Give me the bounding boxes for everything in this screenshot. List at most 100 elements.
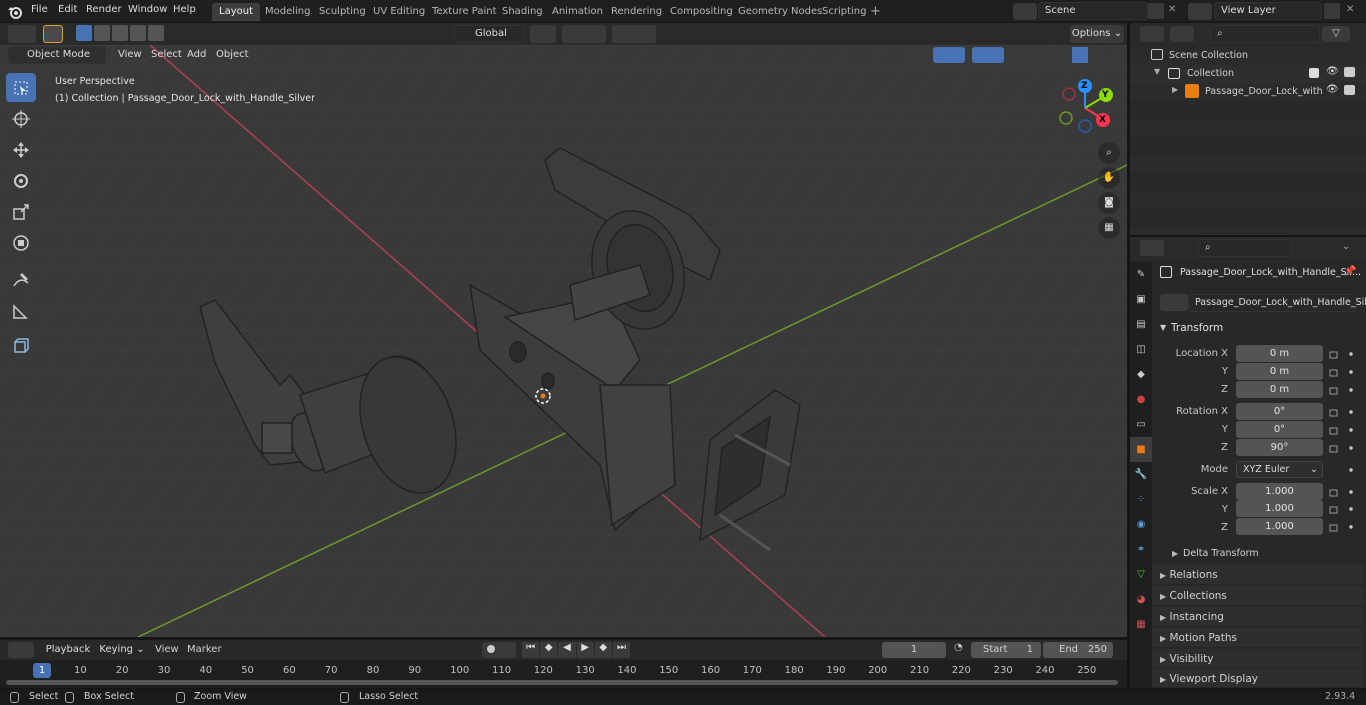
panel-relations[interactable]: ▶ Relations [1152,565,1364,585]
tab-modeling[interactable]: Modeling [258,3,318,21]
outliner-row-scene-collection[interactable]: Scene Collection [1130,47,1366,65]
view-layer-selector-icon[interactable] [1188,3,1212,20]
orientation-dropdown[interactable]: Global [454,25,524,43]
tab-scripting[interactable]: Scripting [815,3,873,21]
mode-intersect-icon[interactable] [148,25,164,41]
gizmo-z-label[interactable]: Z [1081,81,1088,91]
timeline-scrollbar[interactable] [6,680,1118,685]
pin-icon[interactable]: 📌 [1344,266,1356,277]
clock-icon[interactable]: ◔ [954,642,963,653]
scale-tool-icon[interactable] [6,197,36,226]
object-eye-icon[interactable]: 👁 [1326,84,1339,95]
transform-expand-icon[interactable]: ▼ [1160,323,1166,332]
physics-tab-icon[interactable]: ◉ [1130,512,1152,537]
particles-tab-icon[interactable]: ⁘ [1130,487,1152,512]
mode-set-icon[interactable] [76,25,92,41]
tab-compositing[interactable]: Compositing [663,3,740,21]
menu-window[interactable]: Window [128,4,167,15]
scene-tab-icon[interactable]: ◆ [1130,362,1152,387]
jump-start-icon[interactable]: ⏮ [522,642,540,658]
location-x-field[interactable]: 0 m [1236,345,1323,362]
menu-file[interactable]: File [31,4,48,15]
wireframe-shading-icon[interactable] [1036,47,1053,63]
collection-tab-icon[interactable]: ▭ [1130,412,1152,437]
scene-name-field[interactable]: Scene [1038,2,1148,20]
jump-end-icon[interactable]: ⏭ [612,642,631,658]
playhead[interactable]: 1 [33,663,51,678]
props-options-chevron-icon[interactable]: ⌄ [1342,241,1350,252]
active-tool-icon[interactable] [43,25,63,43]
scale-x-field[interactable]: 1.000 [1236,483,1323,500]
transform-tool-icon[interactable] [6,228,36,257]
panel-instancing[interactable]: ▶ Instancing [1152,607,1364,627]
options-button[interactable]: Options ⌄ [1070,25,1124,43]
material-tab-icon[interactable]: ◕ [1130,587,1152,612]
play-icon[interactable]: ▶ [576,642,594,658]
shading-modes[interactable] [1036,47,1106,63]
timeline-marker-menu[interactable]: Marker [187,644,222,655]
timeline-editor-type-icon[interactable] [8,642,34,658]
move-tool-icon[interactable] [6,135,36,164]
menu-select[interactable]: Select [151,44,182,65]
object-browse-icon[interactable] [1160,294,1188,311]
overlay-toggle-icon[interactable] [972,47,1004,63]
gizmo-y-label[interactable]: Y [1102,90,1109,100]
start-frame-field[interactable]: Start 1 [971,642,1041,658]
add-cube-tool-icon[interactable] [6,331,36,360]
menu-render[interactable]: Render [86,4,122,15]
scale-z-field[interactable]: 1.000 [1236,518,1323,535]
mode-subtract-icon[interactable] [112,25,128,41]
blender-logo-icon[interactable] [7,4,23,20]
gizmo-x-label[interactable]: X [1099,115,1106,125]
render-camera-icon[interactable] [1344,67,1355,77]
copy-view-layer-icon[interactable] [1324,3,1340,19]
object-render-icon[interactable] [1344,85,1355,95]
prev-keyframe-icon[interactable]: ◆ [540,642,558,658]
pivot-point-icon[interactable] [530,25,556,43]
outliner-row-collection[interactable]: ▼ Collection 👁 [1130,65,1366,83]
tab-layout[interactable]: Layout [212,3,260,21]
tab-texture-paint[interactable]: Texture Paint [425,3,504,21]
add-workspace-button[interactable]: + [870,4,881,19]
view-layer-field[interactable]: View Layer [1214,2,1322,20]
tab-shading[interactable]: Shading [495,3,550,21]
tab-rendering[interactable]: Rendering [604,3,669,21]
panel-viewport-display[interactable]: ▶ Viewport Display [1152,669,1364,688]
rotation-y-field[interactable]: 0° [1236,421,1323,438]
panel-visibility[interactable]: ▶ Visibility [1152,649,1364,669]
world-tab-icon[interactable]: ● [1130,387,1152,412]
location-z-field[interactable]: 0 m [1236,381,1323,398]
expand-chevron-right-icon[interactable]: ▶ [1172,85,1178,94]
scale-y-field[interactable]: 1.000 [1236,500,1323,517]
display-mode-icon[interactable] [1170,26,1194,42]
constraints-tab-icon[interactable]: ⚭ [1130,537,1152,562]
object-mode-dropdown[interactable]: Object Mode [8,46,106,64]
playback-menu[interactable]: Playback ⌄ [40,641,96,673]
solid-shading-icon[interactable] [1053,47,1071,63]
props-editor-type-icon[interactable] [1140,240,1164,256]
annotate-tool-icon[interactable] [6,265,36,294]
menu-add[interactable]: Add [187,44,206,65]
menu-edit[interactable]: Edit [58,4,77,15]
3d-viewport[interactable]: X Y Z User Perspective (1) Collection | … [0,45,1127,637]
rotation-mode-dropdown[interactable]: XYZ Euler ⌄ [1236,461,1323,478]
panel-collections[interactable]: ▶ Collections [1152,586,1364,606]
tab-sculpting[interactable]: Sculpting [312,3,373,21]
properties-search-input[interactable]: ⌕ [1198,239,1292,257]
object-tab-icon[interactable]: ■ [1130,437,1152,462]
measure-tool-icon[interactable] [6,296,36,325]
output-tab-icon[interactable]: ▤ [1130,312,1152,337]
current-frame-field[interactable]: 1 [882,642,946,658]
outliner-search-input[interactable]: ⌕ [1210,25,1320,43]
pan-hand-icon[interactable]: ✋ [1098,167,1120,189]
visibility-icon[interactable] [903,47,929,63]
play-reverse-icon[interactable]: ◀ [558,642,576,658]
data-tab-icon[interactable]: ▽ [1130,562,1152,587]
rotation-x-field[interactable]: 0° [1236,403,1323,420]
menu-object[interactable]: Object [216,44,249,65]
close-scene-icon[interactable]: ✕ [1168,4,1176,15]
select-mode-buttons[interactable] [76,25,164,43]
rendered-shading-icon[interactable] [1089,47,1106,63]
delta-transform-label[interactable]: Delta Transform [1183,548,1259,559]
rotate-tool-icon[interactable] [6,166,36,195]
